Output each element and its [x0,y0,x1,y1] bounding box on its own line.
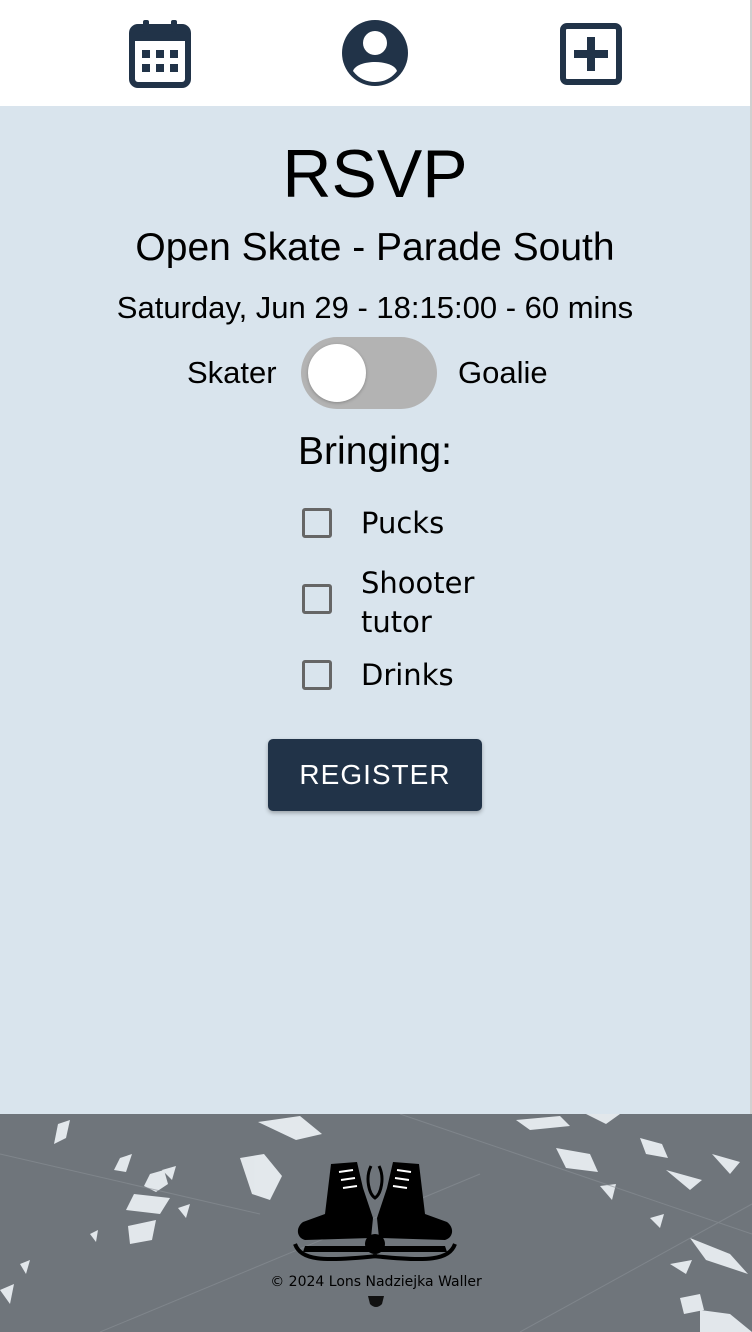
copyright-text: © 2024 Lons Nadziejka Waller [270,1274,482,1290]
drinks-label: Drinks [361,658,454,692]
nav-calendar-button[interactable] [122,16,198,92]
pucks-label: Pucks [361,506,445,540]
register-button[interactable]: REGISTER [268,739,482,811]
bring-item-pucks[interactable]: Pucks [300,504,550,544]
shooter-tutor-checkbox[interactable] [302,584,332,614]
nav-profile-button[interactable] [337,15,413,91]
plus-square-icon [560,23,622,85]
calendar-icon [129,20,191,88]
top-nav [0,0,750,106]
page-title: RSVP [282,136,468,212]
event-name: Open Skate - Parade South [135,226,615,269]
role-toggle-switch[interactable] [301,337,437,409]
role-label-goalie: Goalie [458,355,548,390]
rsvp-panel: RSVP Open Skate - Parade South Saturday,… [0,106,750,1114]
pucks-checkbox[interactable] [302,508,332,538]
ice-skates-icon [293,1162,457,1262]
event-datetime: Saturday, Jun 29 - 18:15:00 - 60 mins [116,290,634,325]
bringing-heading: Bringing: [298,430,452,473]
user-circle-icon [342,20,408,86]
bring-item-drinks[interactable]: Drinks [300,656,550,696]
footer: © 2024 Lons Nadziejka Waller [0,1114,752,1332]
toggle-knob [308,344,366,402]
footer-puck-icon [368,1296,384,1307]
role-label-skater: Skater [187,355,277,390]
bring-item-shooter-tutor[interactable]: Shooter tutor [300,564,550,644]
drinks-checkbox[interactable] [302,660,332,690]
role-toggle-row: Skater Goalie [0,337,750,409]
shooter-tutor-label: Shooter tutor [361,566,475,639]
nav-add-button[interactable] [553,16,629,92]
